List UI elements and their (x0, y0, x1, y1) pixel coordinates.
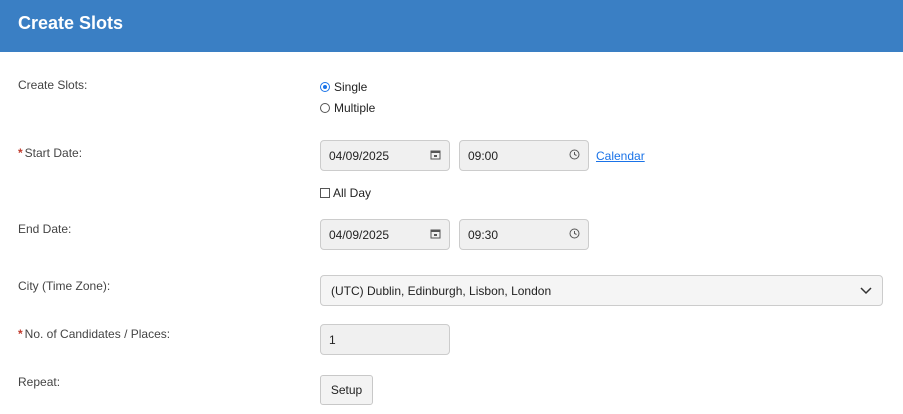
radio-multiple-label: Multiple (334, 101, 376, 115)
candidates-input[interactable]: 1 (320, 324, 450, 355)
end-date-value: 04/09/2025 (329, 227, 390, 242)
repeat-label: Repeat: (18, 375, 61, 389)
page-header: Create Slots (0, 0, 903, 52)
page-title: Create Slots (18, 13, 124, 33)
candidates-label: * No. of Candidates / Places: (18, 327, 170, 341)
start-time-input[interactable]: 09:00 (459, 140, 589, 171)
clock-icon[interactable] (569, 149, 580, 163)
all-day-checkbox[interactable] (320, 188, 330, 198)
required-mark: * (18, 327, 23, 341)
city-select[interactable]: (UTC) Dublin, Edinburgh, Lisbon, London (320, 275, 883, 306)
end-date-input[interactable]: 04/09/2025 (320, 219, 450, 250)
all-day-checkbox-row[interactable]: All Day (320, 186, 371, 200)
clock-icon[interactable] (569, 228, 580, 242)
start-date-label-text: Start Date: (24, 146, 83, 160)
all-day-label: All Day (333, 186, 372, 200)
end-date-label: End Date: (18, 222, 72, 236)
radio-multiple-button[interactable] (320, 103, 330, 113)
start-date-label: * Start Date: (18, 146, 82, 160)
calendar-icon[interactable] (430, 149, 441, 163)
start-time-value: 09:00 (468, 148, 499, 163)
calendar-link[interactable]: Calendar (596, 149, 645, 163)
end-time-input[interactable]: 09:30 (459, 219, 589, 250)
required-mark: * (18, 146, 23, 160)
start-date-input[interactable]: 04/09/2025 (320, 140, 450, 171)
create-slots-label: Create Slots: (18, 78, 88, 92)
calendar-icon[interactable] (430, 228, 441, 242)
chevron-down-icon[interactable] (860, 284, 872, 298)
end-time-value: 09:30 (468, 227, 499, 242)
radio-single[interactable]: Single (320, 80, 367, 94)
city-label: City (Time Zone): (18, 279, 111, 293)
radio-single-label: Single (334, 80, 368, 94)
start-date-value: 04/09/2025 (329, 148, 390, 163)
candidates-label-text: No. of Candidates / Places: (24, 327, 171, 341)
candidates-value: 1 (329, 332, 336, 347)
radio-multiple[interactable]: Multiple (320, 101, 375, 115)
setup-button[interactable]: Setup (320, 375, 373, 405)
radio-single-button[interactable] (320, 82, 330, 92)
city-select-value: (UTC) Dublin, Edinburgh, Lisbon, London (331, 283, 552, 298)
